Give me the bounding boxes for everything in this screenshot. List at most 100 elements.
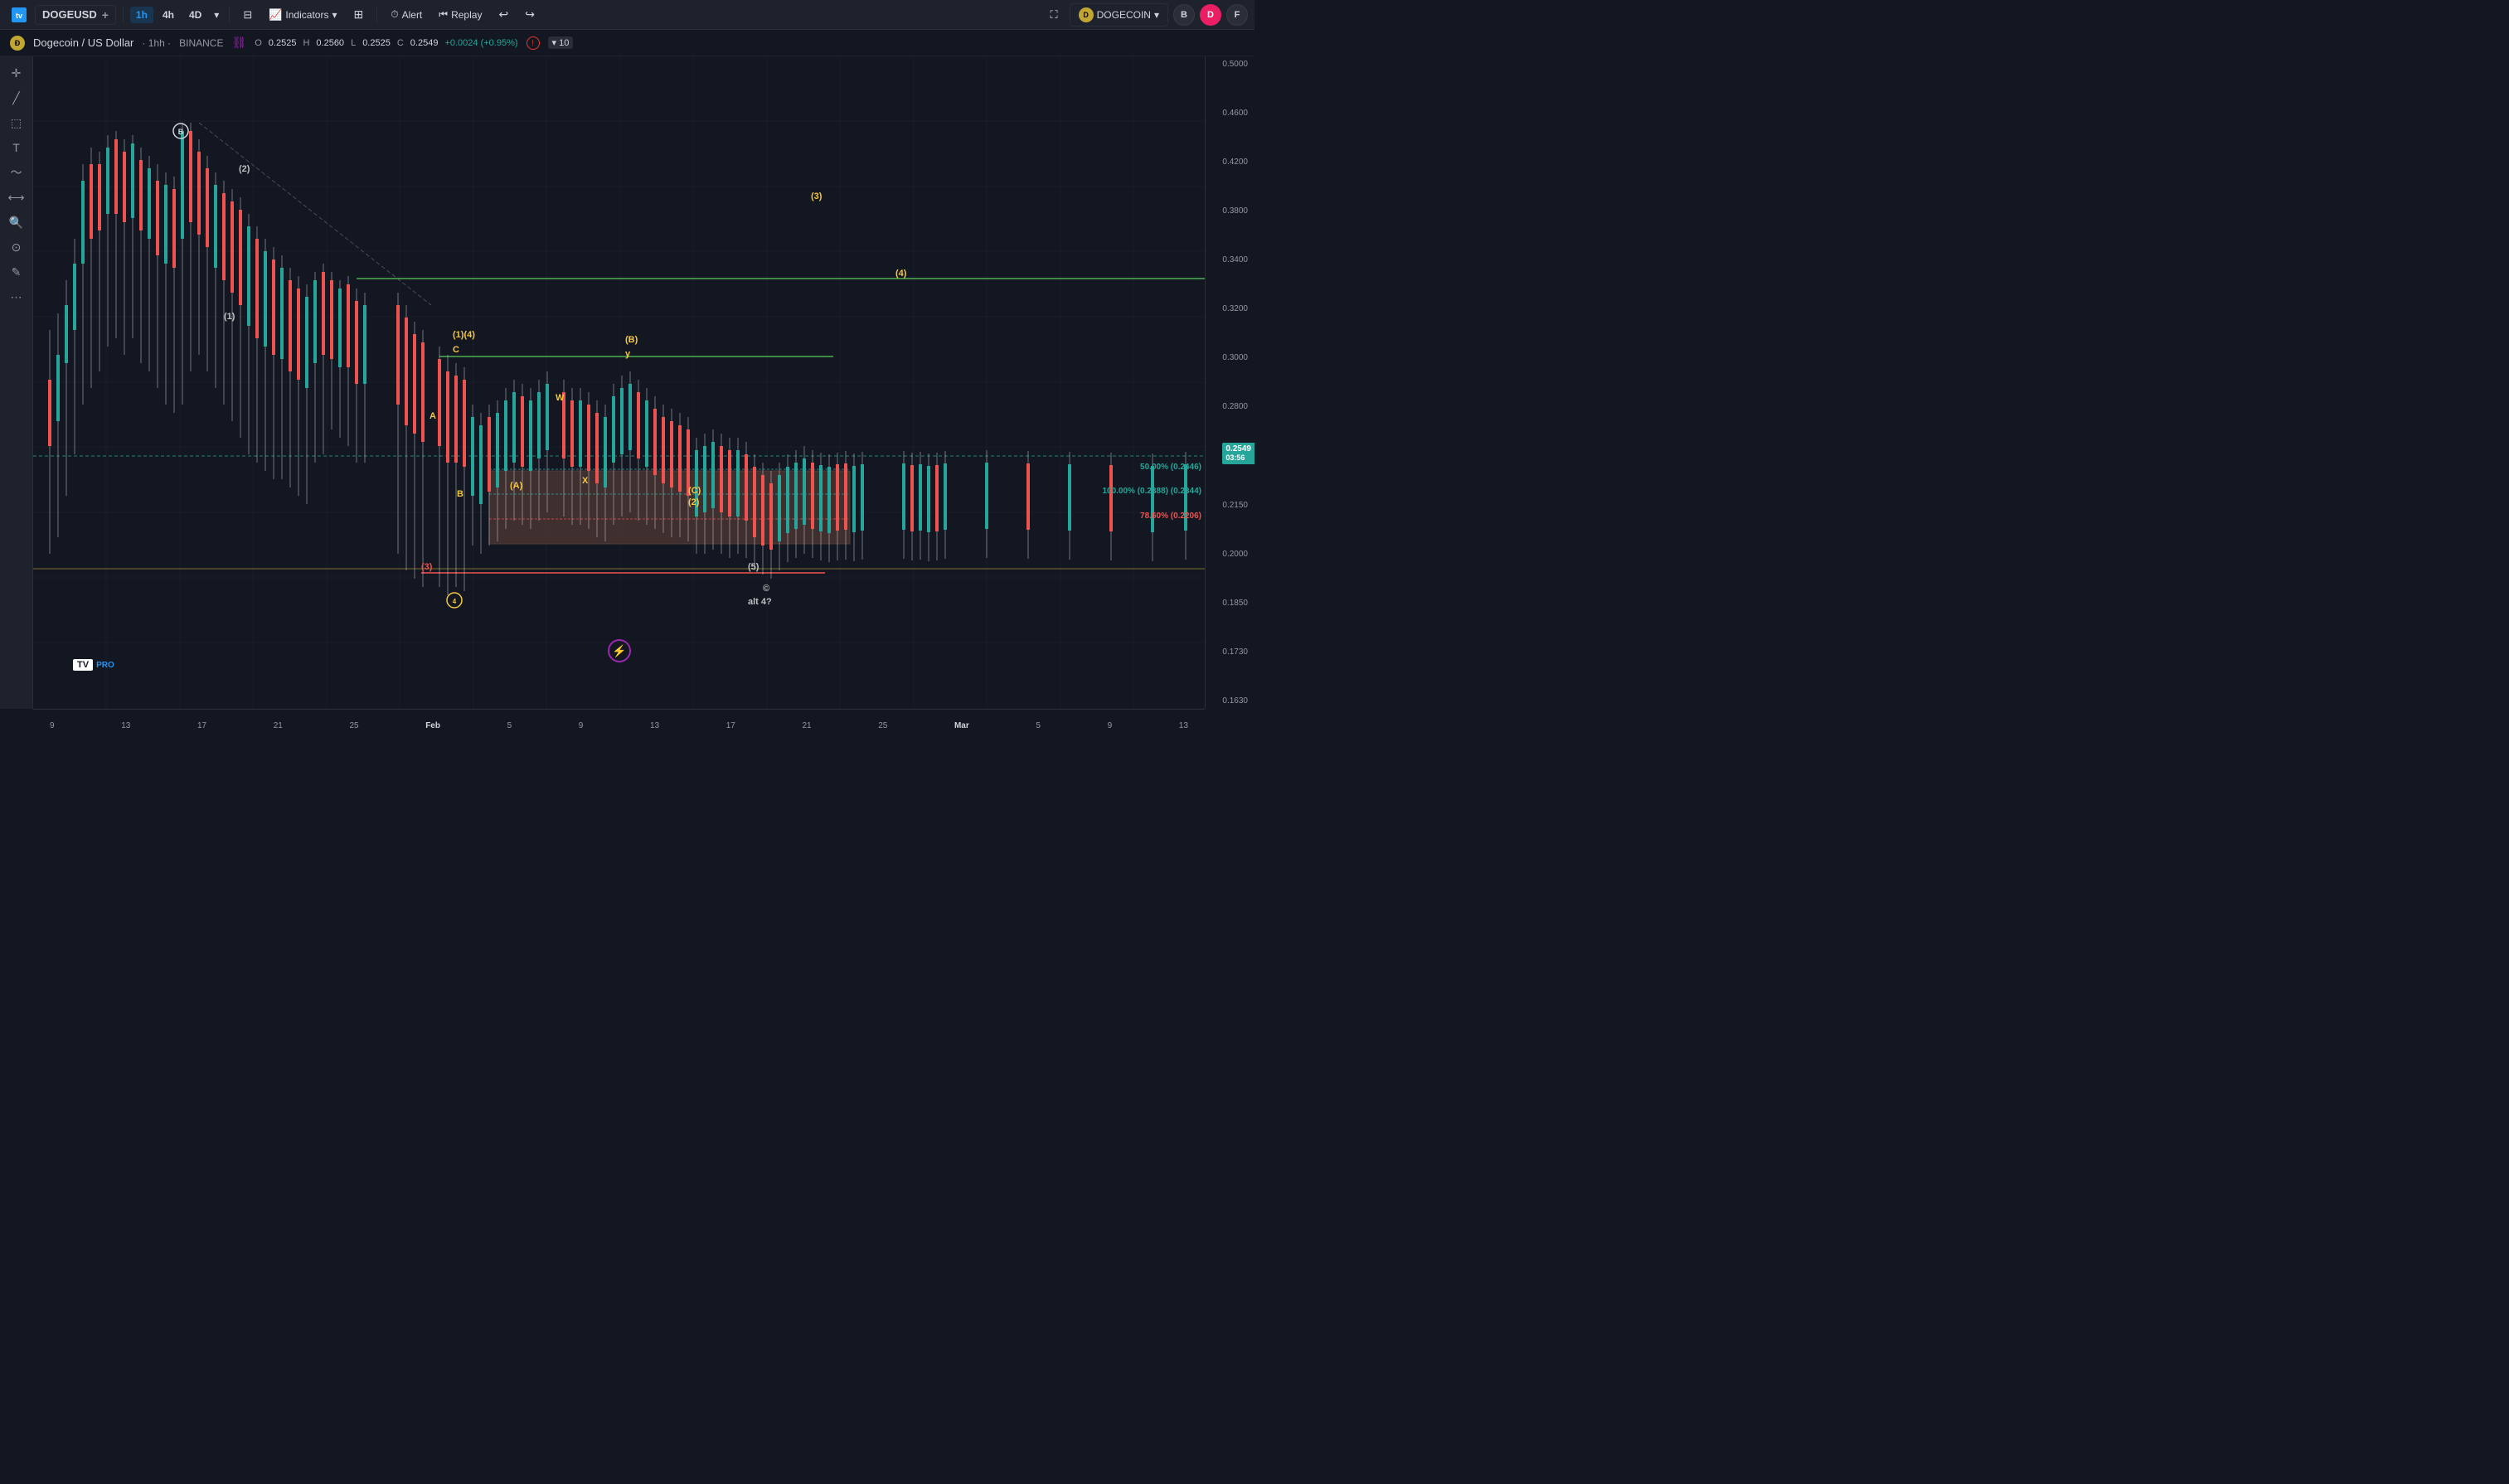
time-13b: 13 <box>650 721 659 730</box>
coin-name-label: DOGECOIN <box>1097 9 1151 21</box>
current-price-value: 0.2549 <box>1225 444 1251 453</box>
timeframe-dropdown[interactable]: ▾ <box>211 6 222 24</box>
tv-icon: tv <box>12 7 27 22</box>
chart-type-btn[interactable]: ⊟ <box>236 5 259 25</box>
lightning-icon-svg: ⚡ <box>608 639 631 662</box>
open-value: 0.2525 <box>269 38 297 48</box>
low-value: 0.2525 <box>362 38 391 48</box>
fib-50-label: 50.00% (0.2446) <box>1140 463 1201 472</box>
zoom-tool[interactable]: 🔍 <box>3 211 30 234</box>
svg-text:4: 4 <box>453 598 457 605</box>
svg-text:B: B <box>178 128 184 136</box>
avatar-b[interactable]: B <box>1173 4 1195 26</box>
timeframe-4h[interactable]: 4h <box>157 7 180 23</box>
timeframe-4d[interactable]: 4D <box>183 7 207 23</box>
redo-btn[interactable]: ↪ <box>518 4 541 25</box>
price-0.5000: 0.5000 <box>1209 60 1251 69</box>
fullscreen-btn[interactable]: ⛶ <box>1044 5 1065 25</box>
avatar-f[interactable]: F <box>1226 4 1248 26</box>
line-tool[interactable]: ╱ <box>3 86 30 109</box>
open-label: O <box>255 38 262 48</box>
magnet-tool[interactable]: ⊙ <box>3 235 30 259</box>
price-change: +0.0024 (+0.95%) <box>444 38 517 48</box>
replay-label: Replay <box>451 9 482 21</box>
eraser-tool[interactable]: ✎ <box>3 260 30 284</box>
layout-btn[interactable]: ⊞ <box>347 4 370 25</box>
price-0.3400: 0.3400 <box>1209 255 1251 264</box>
chevron-down-icon: ▾ <box>214 9 219 21</box>
time-5c: 5 <box>1036 721 1041 730</box>
chart-name: Dogecoin / US Dollar <box>33 36 133 49</box>
right-toolbar: ⛶ D DOGECOIN ▾ B D F <box>1044 3 1248 27</box>
time-axis: 9 13 17 21 25 Feb 5 9 13 17 21 25 Mar 5 … <box>33 709 1205 742</box>
time-feb: Feb <box>425 721 440 730</box>
wave-label-2in: (2) <box>688 497 699 507</box>
indicators-btn[interactable]: 📈 Indicators ▾ <box>262 5 343 25</box>
alert-label: Alert <box>402 9 423 21</box>
close-label: C <box>397 38 404 48</box>
separator-3 <box>376 7 377 23</box>
cursor-tool[interactable]: ✛ <box>3 61 30 85</box>
replay-icon: ⏮ <box>439 8 448 21</box>
time-25: 25 <box>349 721 358 730</box>
separator-1 <box>123 7 124 23</box>
high-value: 0.2560 <box>316 38 344 48</box>
chart-info-bar: Đ Dogecoin / US Dollar · 1hh · BINANCE ⛓… <box>0 30 1254 56</box>
more-tools[interactable]: ⋯ <box>3 285 30 308</box>
price-0.2150: 0.2150 <box>1209 501 1251 510</box>
copyright-mark: © <box>763 584 769 594</box>
tv-logo-text: TV <box>73 659 93 671</box>
wave-label-1: (1) <box>224 312 235 322</box>
svg-text:(4): (4) <box>895 269 907 279</box>
svg-text:(3): (3) <box>811 192 823 201</box>
price-0.4600: 0.4600 <box>1209 109 1251 118</box>
wave-label-Cin: (C) <box>688 486 701 496</box>
dogecoin-selector[interactable]: D DOGECOIN ▾ <box>1070 3 1168 27</box>
close-value: 0.2549 <box>410 38 439 48</box>
alt4-label: alt 4? <box>748 597 772 607</box>
separator-2 <box>229 7 230 23</box>
tv-logo: TV PRO <box>73 659 114 671</box>
svg-text:⚡: ⚡ <box>612 644 626 658</box>
price-0.4200: 0.4200 <box>1209 158 1251 167</box>
price-0.1730: 0.1730 <box>1209 647 1251 657</box>
chart-coin-icon: Đ <box>10 36 25 51</box>
pro-badge: PRO <box>96 661 114 670</box>
add-symbol-icon: + <box>102 8 109 22</box>
redo-icon: ↪ <box>525 7 535 22</box>
avatar-d[interactable]: D <box>1200 4 1221 26</box>
timeframe-1h[interactable]: 1h <box>130 7 153 23</box>
purple-chain-icon: ⛓ <box>231 36 246 50</box>
fib-tool[interactable]: ⬚ <box>3 111 30 134</box>
measure-tool[interactable]: ⟷ <box>3 186 30 209</box>
price-0.2000: 0.2000 <box>1209 550 1251 559</box>
time-21: 21 <box>274 721 283 730</box>
dogecoin-icon: D <box>1079 7 1094 22</box>
symbol-selector[interactable]: DOGEUSD + <box>35 5 116 25</box>
time-17: 17 <box>197 721 206 730</box>
price-0.3200: 0.3200 <box>1209 304 1251 313</box>
wave-label-A: A <box>429 411 436 421</box>
text-tool[interactable]: T <box>3 136 30 159</box>
wave-label-B-low: B <box>457 489 463 499</box>
undo-btn[interactable]: ↩ <box>492 4 515 25</box>
chevron-down-icon-2: ▾ <box>332 9 337 21</box>
alert-btn[interactable]: ⏱ Alert <box>384 5 429 24</box>
time-9c: 9 <box>1108 721 1113 730</box>
wave-label-5: (5) <box>748 562 759 572</box>
price-0.2800: 0.2800 <box>1209 402 1251 411</box>
indicators-label: Indicators <box>285 9 328 21</box>
indicators-icon: 📈 <box>269 8 282 22</box>
wave-label-X: X <box>582 476 588 486</box>
tv-logo-btn[interactable]: tv <box>7 6 32 24</box>
price-0.3800: 0.3800 <box>1209 206 1251 216</box>
low-label: L <box>351 38 356 48</box>
time-9b: 9 <box>579 721 584 730</box>
time-mar: Mar <box>954 721 969 730</box>
wave-label-y: y <box>625 349 630 359</box>
candlestick-icon: ⊟ <box>243 8 252 22</box>
lightning-btn[interactable]: ⚡ <box>608 639 631 667</box>
side-toolbar: ✛ ╱ ⬚ T 〜 ⟷ 🔍 ⊙ ✎ ⋯ <box>0 56 33 709</box>
replay-btn[interactable]: ⏮ Replay <box>432 5 488 24</box>
wave-tool[interactable]: 〜 <box>3 161 30 184</box>
